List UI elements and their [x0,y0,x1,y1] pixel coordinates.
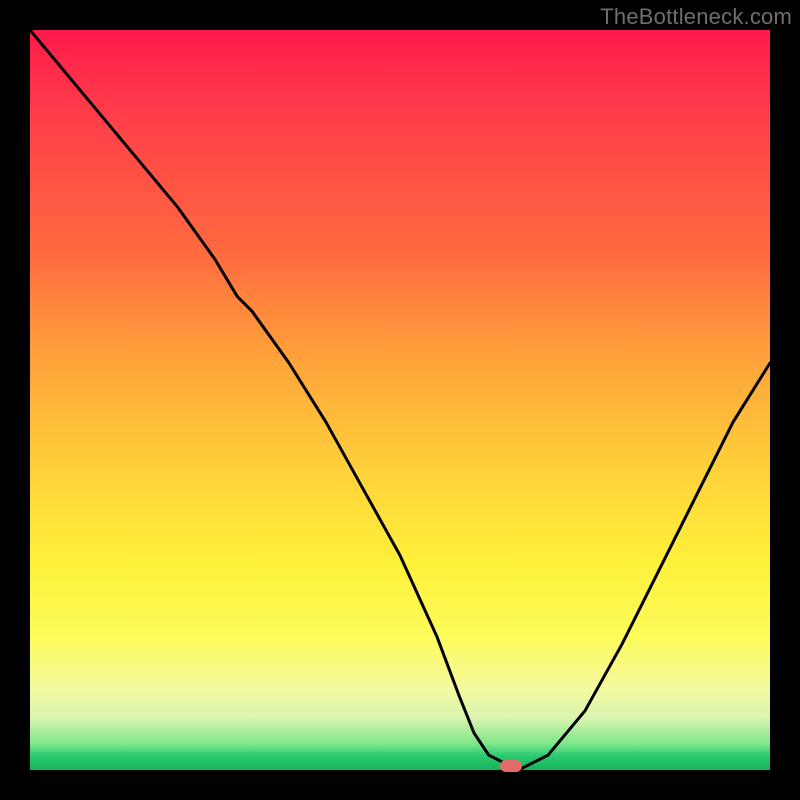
chart-frame: TheBottleneck.com [0,0,800,800]
optimal-point-marker [500,760,522,772]
watermark-text: TheBottleneck.com [600,4,792,30]
plot-area [30,30,770,770]
bottleneck-curve [30,30,770,770]
